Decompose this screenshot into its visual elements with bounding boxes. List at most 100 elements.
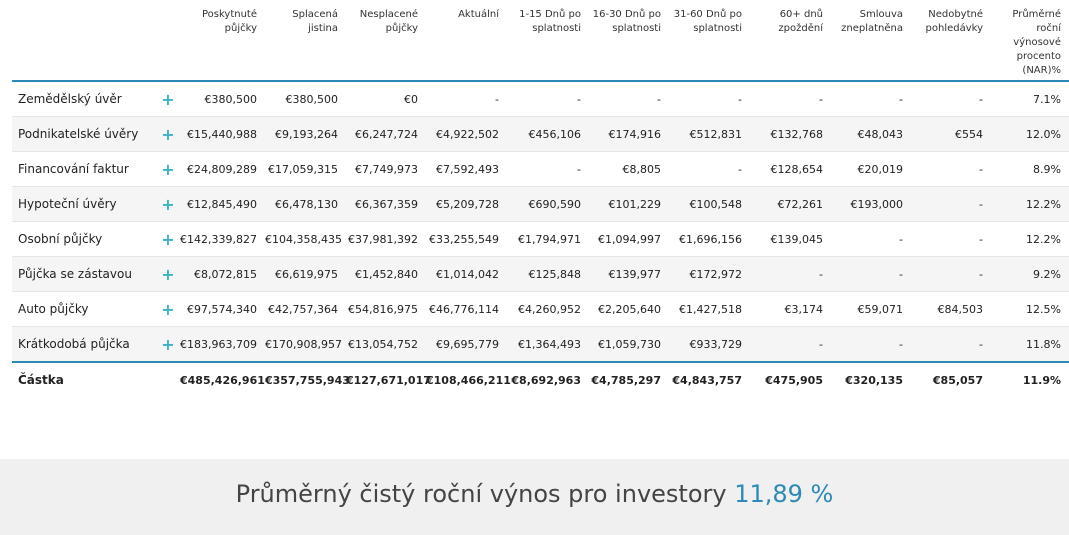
- expand-row-plus-icon[interactable]: +: [156, 187, 180, 222]
- expand-row-plus-icon[interactable]: +: [156, 327, 180, 363]
- total-cell: €4,843,757: [672, 373, 742, 387]
- table-cell: €3,174: [784, 302, 824, 316]
- table-cell: €1,427,518: [679, 302, 742, 316]
- banner-value: 11,89 %: [734, 480, 834, 508]
- table-cell: €20,019: [857, 162, 904, 176]
- table-cell: €125,848: [528, 267, 582, 281]
- table-cell: €104,358,435: [265, 232, 342, 246]
- loan-category-label: Auto půjčky: [18, 302, 89, 316]
- table-cell: €193,000: [850, 197, 904, 211]
- table-cell: €97,574,340: [187, 302, 257, 316]
- table-cell: €1,059,730: [598, 337, 661, 351]
- table-cell: €1,452,840: [355, 267, 418, 281]
- loan-category-label: Podnikatelské úvěry: [18, 127, 139, 141]
- table-cell: €101,229: [608, 197, 662, 211]
- table-cell: 7.1%: [1033, 92, 1061, 106]
- table-cell: -: [899, 337, 903, 351]
- table-cell: €72,261: [777, 197, 824, 211]
- total-cell: €8,692,963: [511, 373, 581, 387]
- table-cell: €456,106: [528, 127, 582, 141]
- table-cell: -: [819, 337, 823, 351]
- loan-category-label: Osobní půjčky: [18, 232, 103, 246]
- table-cell: -: [899, 232, 903, 246]
- table-cell: €0: [404, 92, 418, 106]
- table-cell: €4,260,952: [518, 302, 581, 316]
- table-cell: €48,043: [857, 127, 904, 141]
- table-cell: €512,831: [689, 127, 743, 141]
- table-cell: €6,247,724: [355, 127, 418, 141]
- header-cell: 16-30 Dnů po splatnosti: [592, 9, 661, 34]
- table-cell: €17,059,315: [268, 162, 338, 176]
- loan-category-label: Financování faktur: [18, 162, 129, 176]
- banner-text: Průměrný čistý roční výnos pro investory: [235, 480, 727, 508]
- total-cell: €127,671,017: [346, 373, 431, 387]
- table-cell: €139,977: [608, 267, 662, 281]
- header-cell: Nesplacené půjčky: [359, 9, 418, 34]
- table-cell: €6,478,130: [275, 197, 338, 211]
- total-cell: €4,785,297: [591, 373, 661, 387]
- table-cell: €139,045: [770, 232, 824, 246]
- loan-category-label: Krátkodobá půjčka: [18, 337, 130, 351]
- header-cell: Poskytnuté půjčky: [201, 9, 257, 34]
- table-cell: 9.2%: [1033, 267, 1061, 281]
- table-cell: €24,809,289: [187, 162, 257, 176]
- header-row: Poskytnuté půjčky Splacená jistina Nespl…: [12, 0, 1069, 81]
- table-cell: -: [577, 162, 581, 176]
- statistics-table: Poskytnuté půjčky Splacená jistina Nespl…: [12, 0, 1069, 397]
- total-cell: €485,426,961: [180, 373, 265, 387]
- expand-row-plus-icon[interactable]: +: [156, 292, 180, 327]
- table-cell: €170,908,957: [265, 337, 342, 351]
- table-cell: €2,205,640: [598, 302, 661, 316]
- header-expand: [156, 0, 180, 81]
- table-cell: €380,500: [204, 92, 258, 106]
- expand-row-plus-icon[interactable]: +: [156, 257, 180, 292]
- table-cell: €6,367,359: [355, 197, 418, 211]
- table-cell: €174,916: [608, 127, 662, 141]
- table-cell: €1,696,156: [679, 232, 742, 246]
- table-cell: -: [495, 92, 499, 106]
- table-cell: -: [577, 92, 581, 106]
- table-cell: €128,654: [770, 162, 824, 176]
- total-cell: €357,755,943: [265, 373, 350, 387]
- table-cell: €8,805: [622, 162, 662, 176]
- table-cell: €84,503: [937, 302, 984, 316]
- table-cell: -: [899, 92, 903, 106]
- header-cell: Průměrné roční výnosové procento (NAR)%: [1012, 9, 1061, 76]
- table-cell: €5,209,728: [436, 197, 499, 211]
- table-cell: -: [979, 197, 983, 211]
- loan-category-label: Hypoteční úvěry: [18, 197, 117, 211]
- table-cell: 8.9%: [1033, 162, 1061, 176]
- table-cell: €59,071: [857, 302, 904, 316]
- loan-statistics-table: Poskytnuté půjčky Splacená jistina Nespl…: [12, 0, 1069, 397]
- table-cell: €7,592,493: [436, 162, 499, 176]
- table-cell: -: [979, 232, 983, 246]
- expand-row-plus-icon[interactable]: +: [156, 152, 180, 187]
- table-row: Hypoteční úvěry + €12,845,490 €6,478,130 €6,…: [12, 186, 1069, 222]
- table-cell: -: [738, 162, 742, 176]
- table-cell: €380,500: [285, 92, 339, 106]
- header-cell: 31-60 Dnů po splatnosti: [673, 9, 742, 34]
- table-cell: 12.0%: [1026, 127, 1061, 141]
- table-cell: €1,014,042: [436, 267, 499, 281]
- table-cell: €33,255,549: [429, 232, 499, 246]
- header-cell: 1-15 Dnů po splatnosti: [519, 9, 581, 34]
- table-cell: €4,922,502: [436, 127, 499, 141]
- table-cell: €132,768: [770, 127, 824, 141]
- table-cell: €42,757,364: [268, 302, 338, 316]
- expand-row-plus-icon[interactable]: +: [156, 81, 180, 117]
- table-cell: €554: [955, 127, 983, 141]
- total-cell: €475,905: [765, 373, 823, 387]
- table-cell: -: [819, 267, 823, 281]
- expand-row-plus-icon[interactable]: +: [156, 117, 180, 152]
- table-row: Financování faktur + €24,809,289 €17,059,31…: [12, 152, 1069, 187]
- expand-row-plus-icon[interactable]: +: [156, 222, 180, 257]
- table-row: Krátkodobá půjčka + €183,963,709 €170,908,9…: [12, 326, 1069, 363]
- total-expand-empty: [156, 362, 180, 397]
- table-cell: €9,193,264: [275, 127, 338, 141]
- header-cell: Nedobytné pohledávky: [925, 9, 983, 34]
- table-cell: €9,695,779: [436, 337, 499, 351]
- table-row: Podnikatelské úvěry + €15,440,988 €9,193,26…: [12, 116, 1069, 152]
- table-cell: €172,972: [689, 267, 743, 281]
- table-cell: -: [899, 267, 903, 281]
- table-cell: €100,548: [689, 197, 743, 211]
